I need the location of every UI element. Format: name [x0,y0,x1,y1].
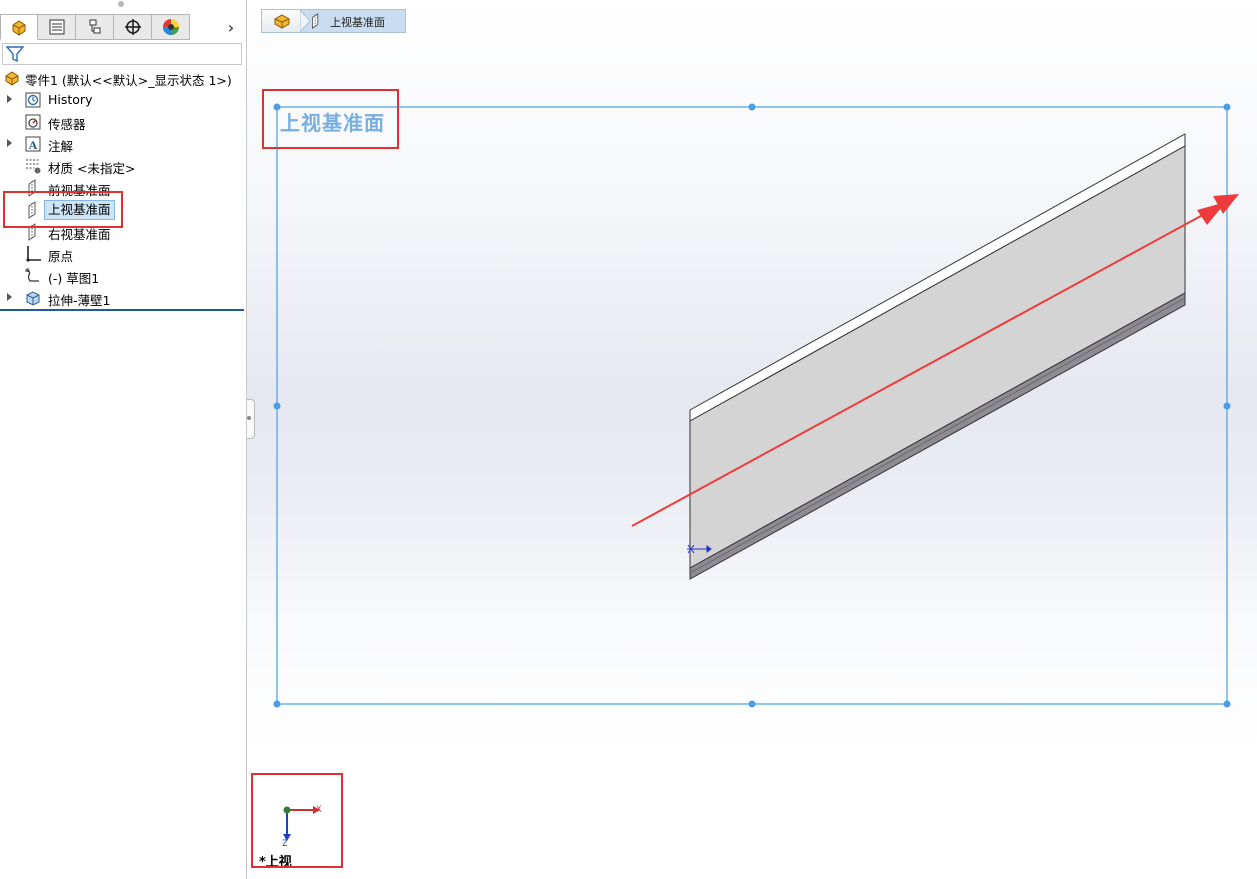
annotation-arrow [631,194,1239,527]
plane-handle[interactable] [1223,402,1231,410]
history-icon [25,92,41,108]
tree-item-sketch1[interactable]: (-) 草图1 [0,265,246,287]
plane-handle[interactable] [748,103,756,111]
tree-item-label: 传感器 [48,117,86,132]
tree-item-history[interactable]: History [0,89,246,111]
expand-arrow-icon[interactable] [7,139,12,147]
highlight-view-triad [251,773,343,868]
feature-manager-panel: › 零件1 (默认<<默认>_显示状态 1>) History 传感器 A 注解… [0,0,247,879]
graphics-viewport[interactable]: 上视基准面 上视基准面 X Z *上视 [247,0,1257,879]
expand-arrow-icon[interactable] [7,293,12,301]
tree-item-label: 原点 [48,249,74,264]
tree-item-label: 材质 <未指定> [48,161,136,176]
svg-text:A: A [29,138,38,152]
panel-tabs: › [0,14,246,41]
expand-arrow-icon[interactable] [7,95,12,103]
filter-icon [6,46,24,62]
thin-extrude-body[interactable] [689,133,1186,580]
rollback-bar[interactable] [0,309,244,311]
tree-item-label: (-) 草图1 [48,271,100,286]
tree-filter[interactable] [2,43,242,65]
tree-root-part[interactable]: 零件1 (默认<<默认>_显示状态 1>) [0,67,246,89]
tree-item-thin-extrude[interactable]: 拉伸-薄壁1 [0,287,246,309]
material-icon [26,159,41,174]
highlight-plane-label [262,89,399,149]
part-icon [5,71,19,86]
plane-handle[interactable] [1223,103,1231,111]
more-tabs-button[interactable]: › [216,14,246,40]
part-icon [12,20,26,36]
annotation-icon: A [25,136,41,152]
plane-handle[interactable] [1223,700,1231,708]
configurationmanager-tab[interactable] [76,14,114,40]
config-icon [89,19,100,34]
displaymanager-tab[interactable] [152,14,190,40]
propertymanager-tab[interactable] [38,14,76,40]
list-icon [49,19,64,35]
tree-item-label: 拉伸-薄壁1 [48,293,111,308]
featuremanager-tab[interactable] [0,14,38,40]
tree-item-label: History [48,92,93,107]
highlight-tree-selection [3,191,123,228]
panel-grip[interactable] [118,1,124,7]
crosshair-icon [124,19,141,35]
feature-tree: 零件1 (默认<<默认>_显示状态 1>) History 传感器 A 注解 材… [0,67,246,309]
tree-item-annotations[interactable]: A 注解 [0,133,246,155]
color-wheel-icon [162,19,179,35]
dimxpert-tab[interactable] [114,14,152,40]
sensor-icon [25,114,41,130]
tree-item-material[interactable]: 材质 <未指定> [0,155,246,177]
body-front-face [689,145,1186,569]
tree-item-origin[interactable]: 原点 [0,243,246,265]
sketch-icon [25,268,39,282]
origin-icon [26,246,41,262]
plane-handle[interactable] [273,700,281,708]
extrude-icon [26,291,40,306]
plane-handle[interactable] [748,700,756,708]
tree-item-label: 注解 [48,139,74,154]
tree-item-sensors[interactable]: 传感器 [0,111,246,133]
plane-handle[interactable] [273,402,281,410]
tree-root-label: 零件1 (默认<<默认>_显示状态 1>) [25,73,232,88]
